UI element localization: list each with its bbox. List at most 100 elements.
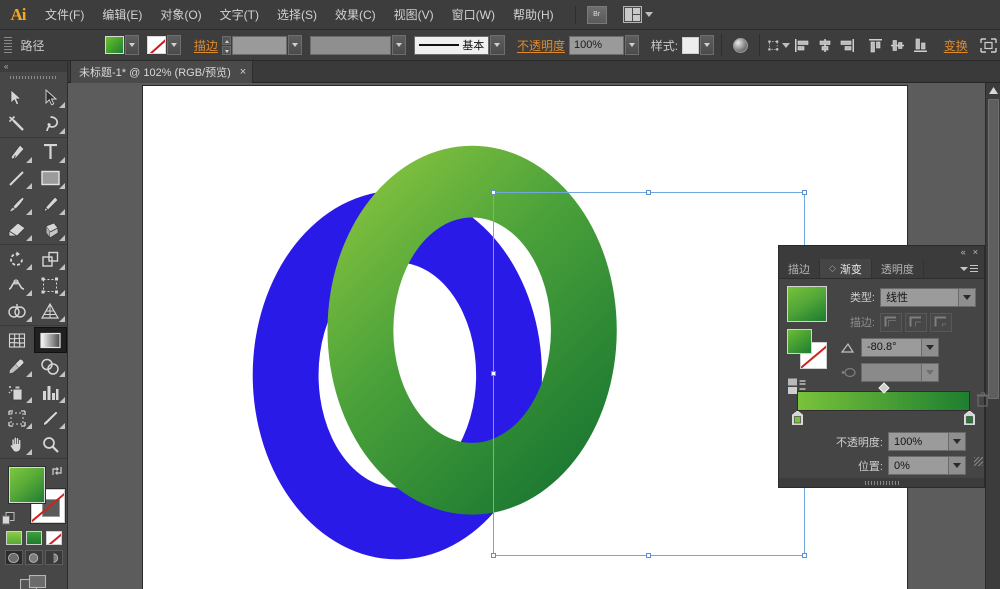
bridge-button[interactable]: Br <box>587 6 607 24</box>
color-fill-mode-button[interactable] <box>6 531 22 545</box>
document-tab[interactable]: 未标题-1* @ 102% (RGB/预览) × <box>70 61 253 83</box>
align-center-horizontal-button[interactable] <box>814 35 835 56</box>
eraser-tool[interactable] <box>34 217 68 243</box>
free-transform-tool[interactable] <box>34 272 68 298</box>
graphic-style-swatch[interactable] <box>682 37 699 54</box>
control-bar-grip[interactable] <box>4 37 12 54</box>
type-tool[interactable] <box>34 139 68 165</box>
close-icon[interactable]: × <box>240 67 246 78</box>
stroke-across-button[interactable] <box>930 313 952 332</box>
slice-tool[interactable] <box>34 405 68 431</box>
direct-selection-tool[interactable] <box>34 84 68 110</box>
perspective-grid-tool[interactable] <box>34 298 68 324</box>
stroke-profile-dropdown[interactable] <box>490 35 504 55</box>
scale-tool[interactable] <box>34 246 68 272</box>
panel-resize-grip[interactable] <box>974 457 983 466</box>
fill-swatch-dropdown[interactable] <box>125 35 139 55</box>
toolbar-fill-swatch[interactable] <box>9 467 45 503</box>
menu-file[interactable]: 文件(F) <box>36 0 93 30</box>
scrollbar-thumb[interactable] <box>988 99 999 399</box>
stroke-weight-label[interactable]: 描边 <box>190 37 222 54</box>
tab-stroke[interactable]: 描边 <box>779 259 820 278</box>
gradient-angle-field[interactable]: -80.8° <box>861 338 939 357</box>
column-graph-tool[interactable] <box>34 379 68 405</box>
align-left-button[interactable] <box>792 35 813 56</box>
line-segment-tool[interactable] <box>0 165 34 191</box>
blob-brush-tool[interactable] <box>0 217 34 243</box>
delete-stop-icon[interactable] <box>976 392 989 407</box>
blend-tool[interactable] <box>34 353 68 379</box>
variable-width-field[interactable] <box>310 36 391 55</box>
symbol-sprayer-tool[interactable] <box>0 379 34 405</box>
menu-effect[interactable]: 效果(C) <box>326 0 385 30</box>
gradient-type-select[interactable]: 线性 <box>880 288 976 307</box>
chevron-down-icon[interactable] <box>948 433 965 450</box>
stroke-weight-field[interactable] <box>232 36 287 55</box>
collapse-panel-icon[interactable]: « <box>4 63 7 71</box>
gradient-slider[interactable] <box>797 391 970 411</box>
menu-type[interactable]: 文字(T) <box>211 0 268 30</box>
recolor-artwork-button[interactable] <box>730 35 751 56</box>
mesh-tool[interactable] <box>0 327 34 353</box>
gradient-preview-swatch[interactable] <box>787 286 827 322</box>
gradient-fill-swatch[interactable] <box>787 329 812 354</box>
stroke-profile-field[interactable]: 基本 <box>414 36 490 55</box>
paintbrush-tool[interactable] <box>0 191 34 217</box>
transform-button[interactable] <box>768 35 790 56</box>
gradient-location-field[interactable]: 0% <box>888 456 966 475</box>
align-middle-vertical-button[interactable] <box>888 35 909 56</box>
full-screen-mode-button[interactable] <box>45 550 63 565</box>
warp-button[interactable]: 变换 <box>940 37 972 54</box>
stroke-along-button[interactable] <box>905 313 927 332</box>
rotate-tool[interactable] <box>0 246 34 272</box>
opacity-field[interactable]: 100% <box>569 36 624 55</box>
stroke-weight-stepper[interactable] <box>222 36 231 55</box>
pen-tool[interactable] <box>0 139 34 165</box>
eyedropper-tool[interactable] <box>0 353 34 379</box>
opacity-dropdown[interactable] <box>625 35 639 55</box>
gradient-stop-end[interactable] <box>964 411 975 425</box>
chevron-down-icon[interactable] <box>948 457 965 474</box>
gradient-panel-titlebar[interactable]: « × <box>779 246 984 259</box>
chevron-down-icon[interactable] <box>958 289 975 306</box>
collapse-panel-icon[interactable]: « <box>961 248 966 257</box>
normal-screen-mode-button[interactable] <box>5 550 23 565</box>
tools-panel-header[interactable]: « <box>0 61 67 72</box>
menu-view[interactable]: 视图(V) <box>385 0 443 30</box>
lasso-tool[interactable] <box>34 110 68 136</box>
panel-menu-button[interactable] <box>954 259 984 278</box>
full-screen-with-menu-button[interactable] <box>25 550 43 565</box>
panel-bottom-grip[interactable] <box>779 478 984 487</box>
tab-gradient[interactable]: ◇ 渐变 <box>820 259 872 278</box>
gradient-stop-start[interactable] <box>792 411 803 425</box>
align-top-button[interactable] <box>865 35 886 56</box>
canvas-vertical-scrollbar[interactable] <box>985 83 1000 589</box>
gradient-fill-mode-button[interactable] <box>26 531 42 545</box>
arrange-documents-button[interactable] <box>623 6 653 23</box>
menu-select[interactable]: 选择(S) <box>268 0 326 30</box>
variable-width-dropdown[interactable] <box>392 35 406 55</box>
rectangle-tool[interactable] <box>34 165 68 191</box>
artboard-tool[interactable] <box>0 405 34 431</box>
gradient-tool[interactable] <box>34 327 68 353</box>
close-panel-icon[interactable]: × <box>973 248 978 257</box>
chevron-down-icon[interactable] <box>921 339 938 356</box>
scroll-up-button[interactable] <box>986 83 1000 98</box>
zoom-tool[interactable] <box>34 431 68 457</box>
none-fill-mode-button[interactable] <box>46 531 62 545</box>
menu-window[interactable]: 窗口(W) <box>443 0 504 30</box>
graphic-style-dropdown[interactable] <box>700 35 714 55</box>
default-fill-stroke-icon[interactable] <box>2 512 15 525</box>
chevron-down-icon[interactable] <box>921 364 938 381</box>
stroke-weight-dropdown[interactable] <box>288 35 302 55</box>
stroke-swatch-dropdown[interactable] <box>167 35 181 55</box>
opacity-label[interactable]: 不透明度 <box>513 37 569 54</box>
swap-fill-stroke-icon[interactable] <box>51 465 63 477</box>
selection-tool[interactable] <box>0 84 34 110</box>
stroke-color-swatch[interactable] <box>147 36 166 54</box>
gradient-opacity-field[interactable]: 100% <box>888 432 966 451</box>
menu-help[interactable]: 帮助(H) <box>504 0 563 30</box>
align-bottom-button[interactable] <box>911 35 932 56</box>
menu-object[interactable]: 对象(O) <box>151 0 210 30</box>
stroke-within-button[interactable] <box>880 313 902 332</box>
